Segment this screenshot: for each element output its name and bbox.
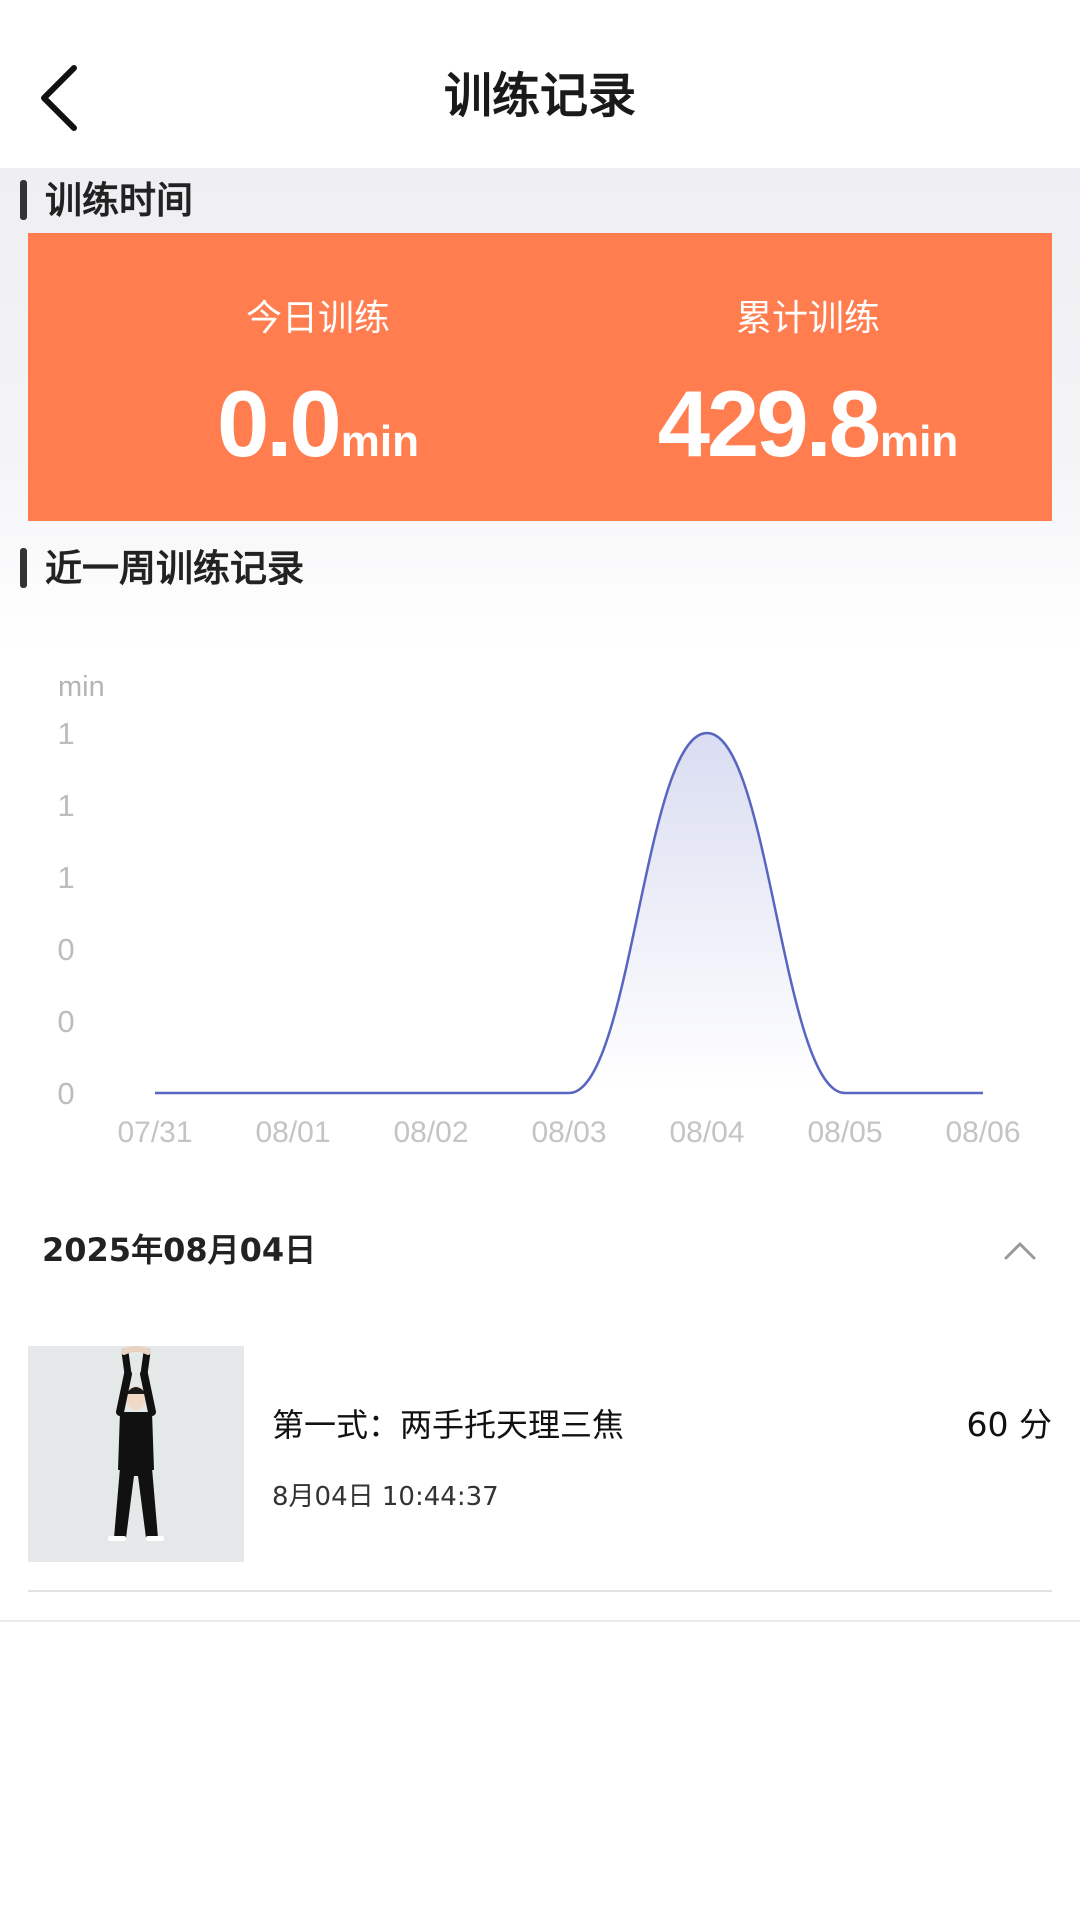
- exercise-thumbnail: [28, 1346, 244, 1562]
- page-title: 训练记录: [443, 68, 636, 124]
- y-tick-label: 1: [57, 788, 74, 823]
- weekly-chart: min 0 0 0 1 1 1 07/31 08/01 08/02 08/03 08/04 08/05 0…: [0, 660, 1080, 1160]
- series-line: [154, 731, 983, 1095]
- y-tick-label: 1: [57, 716, 74, 751]
- total-training-label: 累计训练: [735, 298, 880, 339]
- day-group-header[interactable]: 2025年08月04日: [0, 1210, 1080, 1290]
- training-time-card: 今日训练 0.0min 累计训练 429.8min: [28, 233, 1052, 521]
- y-tick-label: 0: [57, 932, 74, 967]
- section-title-training-time: 训练时间: [20, 174, 193, 228]
- y-tick-label: 0: [57, 1076, 74, 1111]
- section-divider: [0, 1620, 1080, 1622]
- x-tick-label: 08/03: [531, 1116, 606, 1149]
- today-training-stat: 今日训练 0.0min: [108, 233, 528, 521]
- chevron-up-icon: [1004, 1242, 1036, 1260]
- x-tick-label: 08/06: [945, 1116, 1020, 1149]
- y-tick-label: 0: [57, 1004, 74, 1039]
- total-training-value: 429.8min: [657, 371, 959, 476]
- record-title: 第一式：两手托天理三焦: [272, 1406, 625, 1444]
- y-tick-label: 1: [57, 860, 74, 895]
- weekly-chart-svg: min 0 0 0 1 1 1 07/31 08/01 08/02 08/03 08/04 08/05 0…: [57, 671, 1020, 1149]
- section-marker: [20, 179, 27, 220]
- x-tick-label: 08/05: [807, 1116, 882, 1149]
- record-time: 8月04日 10:44:37: [272, 1482, 499, 1512]
- day-group-date: 2025年08月04日: [42, 1231, 317, 1269]
- exercise-figure-image: [108, 1346, 164, 1541]
- x-tick-label: 08/02: [393, 1116, 468, 1149]
- training-record-item[interactable]: 第一式：两手托天理三焦 60 分 8月04日 10:44:37: [28, 1346, 1052, 1562]
- x-tick-label: 07/31: [117, 1116, 192, 1149]
- total-training-stat: 累计训练 429.8min: [598, 233, 1018, 521]
- record-score: 60 分: [966, 1405, 1052, 1444]
- record-divider: [28, 1590, 1052, 1592]
- today-training-label: 今日训练: [245, 298, 390, 339]
- today-training-value: 0.0min: [217, 371, 419, 476]
- y-axis-unit-label: min: [58, 671, 105, 703]
- collapse-button[interactable]: [998, 1228, 1042, 1272]
- x-tick-label: 08/01: [255, 1116, 330, 1149]
- x-tick-label: 08/04: [669, 1116, 744, 1149]
- section-marker: [20, 547, 27, 588]
- header-bar: 训练记录: [0, 0, 1080, 170]
- series-area: [155, 733, 983, 1093]
- section-title-weekly: 近一周训练记录: [20, 542, 304, 596]
